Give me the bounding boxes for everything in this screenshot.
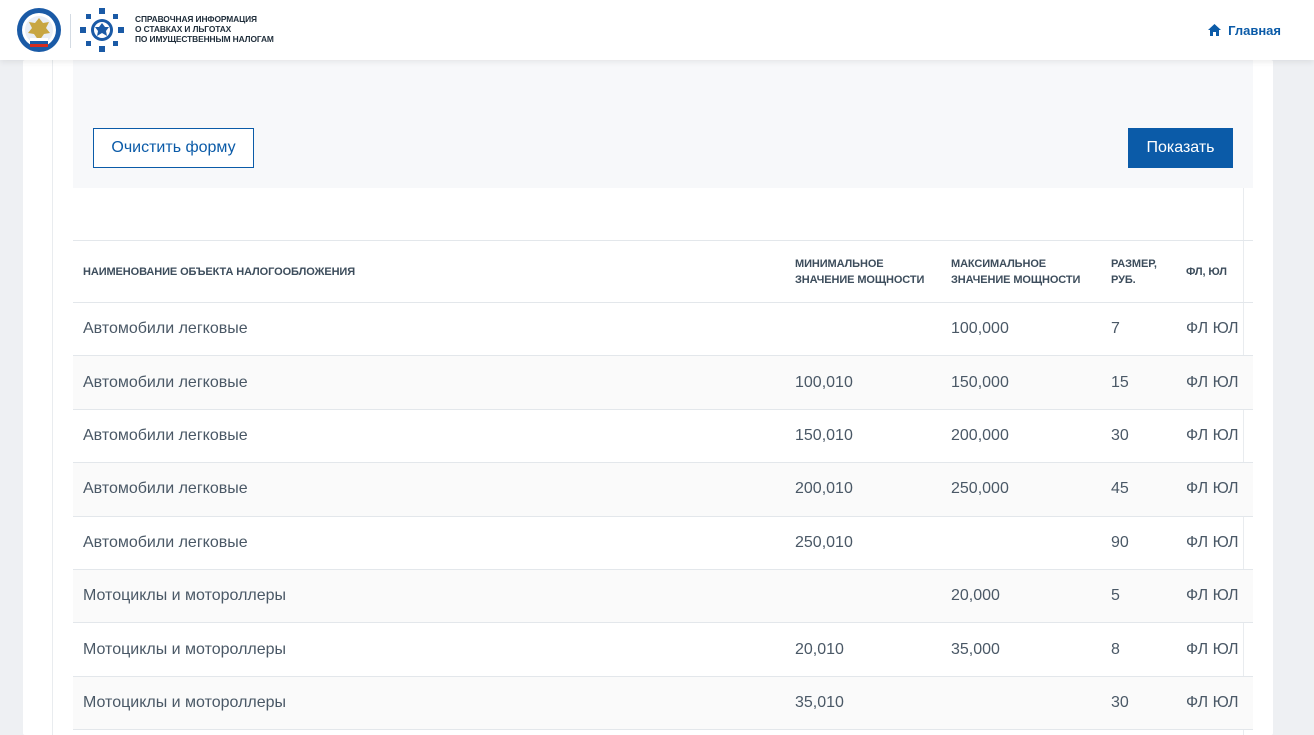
cell-object-name: Автомобили легковые (83, 426, 248, 444)
cell-payer: ФЛ ЮЛ (1186, 640, 1239, 658)
cell-max-power: 20,000 (951, 587, 1000, 605)
cell-payer: ФЛ ЮЛ (1186, 533, 1239, 551)
site-title-line-1: Справочная информация (135, 14, 257, 24)
cell-rate: 90 (1111, 533, 1129, 551)
site-title-line-3: по имущественным налогам (135, 34, 274, 44)
cell-min-power: 20,010 (795, 640, 844, 658)
header-max-power-line-2: значение мощности (951, 274, 1081, 286)
table-body: Автомобили легковые 100,000 7 ФЛ ЮЛ Авто… (73, 303, 1253, 731)
site-header: Справочная информация о ставках и льгота… (0, 0, 1314, 60)
site-title-line-2: о ставках и льготах (135, 24, 232, 34)
cell-object-name: Автомобили легковые (83, 533, 248, 551)
nav-home-label: Главная (1228, 22, 1281, 38)
header-rate-line-2: руб. (1111, 274, 1136, 286)
table-header: Наименование объекта налогообложения Мин… (73, 240, 1253, 303)
cell-payer: ФЛ ЮЛ (1186, 320, 1239, 338)
table-row: Мотоциклы и мотороллеры 20,010 35,000 8 … (73, 623, 1253, 677)
header-min-power-line-1: Минимальное (795, 258, 884, 270)
cell-min-power: 250,010 (795, 533, 853, 551)
header-max-power-line-1: Максимальное (951, 258, 1047, 270)
cell-max-power: 35,000 (951, 640, 1000, 658)
table-row: Мотоциклы и мотороллеры 35,010 30 ФЛ ЮЛ (73, 676, 1253, 731)
cell-max-power: 150,000 (951, 373, 1009, 391)
cell-object-name: Мотоциклы и мотороллеры (83, 587, 287, 605)
header-max-power[interactable]: Максимальное значение мощности (951, 256, 1101, 288)
filter-panel: Очистить форму Показать (73, 60, 1253, 188)
cell-rate: 15 (1111, 373, 1129, 391)
cell-object-name: Мотоциклы и мотороллеры (83, 693, 287, 711)
content-card: Очистить форму Показать Наименование объ… (23, 60, 1273, 735)
cell-max-power: 100,000 (951, 320, 1009, 338)
clear-form-button[interactable]: Очистить форму (93, 128, 254, 168)
cell-max-power: 250,000 (951, 480, 1009, 498)
nav-home-link[interactable]: Главная (1208, 22, 1281, 38)
cell-payer: ФЛ ЮЛ (1186, 587, 1239, 605)
cell-rate: 30 (1111, 693, 1129, 711)
cell-payer: ФЛ ЮЛ (1186, 693, 1239, 711)
cell-object-name: Мотоциклы и мотороллеры (83, 640, 287, 658)
show-button[interactable]: Показать (1128, 128, 1233, 168)
cell-max-power: 200,000 (951, 426, 1009, 444)
cell-rate: 30 (1111, 426, 1129, 444)
cell-object-name: Автомобили легковые (83, 320, 248, 338)
cell-payer: ФЛ ЮЛ (1186, 373, 1239, 391)
logo-divider (70, 14, 71, 48)
header-rate-line-1: Размер, (1111, 258, 1157, 270)
cell-object-name: Автомобили легковые (83, 480, 248, 498)
cell-rate: 8 (1111, 640, 1120, 658)
site-title[interactable]: Справочная информация о ставках и льгота… (135, 14, 295, 44)
cell-min-power: 150,010 (795, 426, 853, 444)
header-min-power[interactable]: Минимальное значение мощности (795, 256, 945, 288)
cell-rate: 45 (1111, 480, 1129, 498)
header-object-name[interactable]: Наименование объекта налогообложения (83, 264, 355, 280)
cell-min-power: 100,010 (795, 373, 853, 391)
tax-service-mark-icon[interactable] (80, 8, 124, 52)
header-min-power-line-2: значение мощности (795, 274, 925, 286)
table-row: Автомобили легковые 250,010 90 ФЛ ЮЛ (73, 517, 1253, 570)
cell-rate: 7 (1111, 320, 1120, 338)
cell-payer: ФЛ ЮЛ (1186, 426, 1239, 444)
table-row: Автомобили легковые 100,010 150,000 15 Ф… (73, 356, 1253, 410)
table-row: Автомобили легковые 150,010 200,000 30 Ф… (73, 410, 1253, 464)
table-row: Автомобили легковые 200,010 250,000 45 Ф… (73, 463, 1253, 517)
fns-emblem-icon[interactable] (16, 7, 62, 53)
table-row: Автомобили легковые 100,000 7 ФЛ ЮЛ (73, 303, 1253, 357)
content-inner: Очистить форму Показать Наименование объ… (52, 60, 1253, 735)
home-icon (1208, 24, 1222, 36)
header-rate[interactable]: Размер, руб. (1111, 256, 1181, 288)
header-payer[interactable]: ФЛ, ЮЛ (1186, 264, 1227, 280)
rates-table: Наименование объекта налогообложения Мин… (73, 240, 1253, 731)
cell-min-power: 200,010 (795, 480, 853, 498)
table-row: Мотоциклы и мотороллеры 20,000 5 ФЛ ЮЛ (73, 569, 1253, 624)
cell-payer: ФЛ ЮЛ (1186, 480, 1239, 498)
cell-rate: 5 (1111, 587, 1120, 605)
cell-object-name: Автомобили легковые (83, 373, 248, 391)
cell-min-power: 35,010 (795, 693, 844, 711)
